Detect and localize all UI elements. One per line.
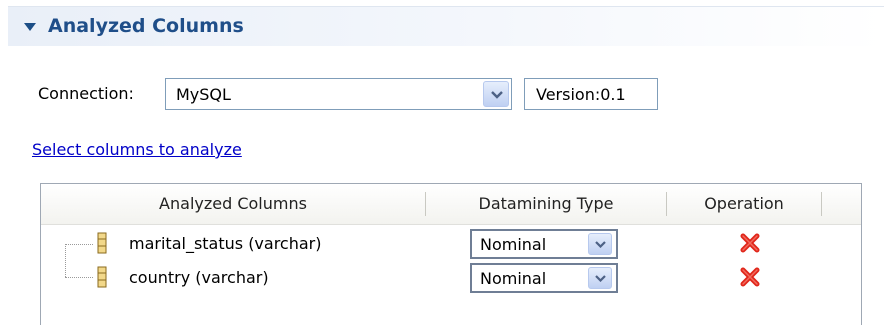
tree-line [65,277,93,278]
version-field: Version:0.1 [524,78,658,110]
connection-value: MySQL [176,85,231,104]
table-header: Analyzed Columns Datamining Type Operati… [41,184,861,225]
column-icon [97,266,107,288]
column-name: country (varchar) [129,268,269,287]
chevron-down-icon [595,275,606,282]
connection-combo[interactable]: MySQL [165,78,512,110]
datamining-type-dropdown-button[interactable] [588,233,612,255]
chevron-down-icon [491,91,503,99]
connection-dropdown-button[interactable] [483,81,509,107]
delete-icon[interactable] [739,266,761,288]
section-header[interactable]: Analyzed Columns [8,6,884,46]
chevron-down-icon [595,241,606,248]
header-operation[interactable]: Operation [667,184,821,224]
datamining-type-combo[interactable]: Nominal [470,229,618,259]
table-row[interactable]: country (varchar) Nominal [41,261,861,295]
datamining-type-value: Nominal [480,235,547,254]
datamining-type-combo[interactable]: Nominal [470,263,618,293]
column-name: marital_status (varchar) [129,234,322,253]
datamining-type-dropdown-button[interactable] [588,267,612,289]
connection-label: Connection: [38,84,134,103]
section-title: Analyzed Columns [48,15,244,37]
header-analyzed-columns[interactable]: Analyzed Columns [41,184,425,224]
header-datamining-type[interactable]: Datamining Type [426,184,666,224]
delete-icon[interactable] [739,232,761,254]
datamining-type-value: Nominal [480,269,547,288]
expand-triangle-icon[interactable] [24,23,36,31]
tree-line [65,244,93,245]
version-value: Version:0.1 [536,85,626,104]
select-columns-link[interactable]: Select columns to analyze [32,140,242,159]
analyzed-columns-table: Analyzed Columns Datamining Type Operati… [40,183,862,325]
table-row[interactable]: marital_status (varchar) Nominal [41,227,861,261]
column-icon [97,232,107,254]
header-separator [821,192,822,216]
